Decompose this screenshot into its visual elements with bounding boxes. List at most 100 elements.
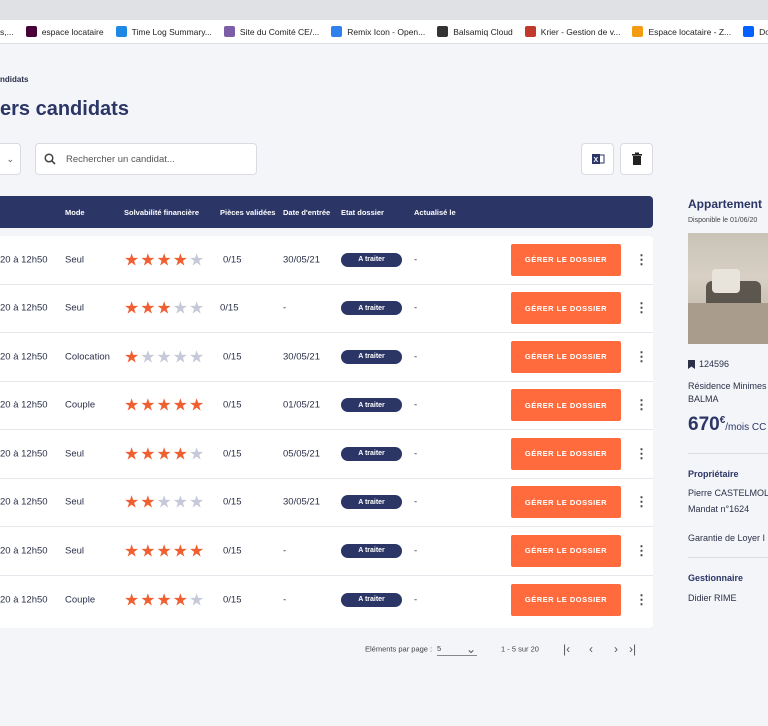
bookmark-label: espace locataire xyxy=(41,26,104,37)
solvency-rating: ★ ★ ★ ★ ★ xyxy=(124,445,204,462)
table-row[interactable]: 20 à 12h50 Seul ★ ★ ★ ★ ★ 0/15 30/05/21 A traiter… xyxy=(0,479,653,527)
search-box[interactable] xyxy=(35,143,257,175)
more-options-icon[interactable]: ⋮ xyxy=(635,300,648,316)
bookmark-item[interactable]: Krier - Gestion de v... xyxy=(519,20,627,43)
solvency-rating: ★ ★ ★ ★ ★ xyxy=(124,542,204,559)
entry-date-cell: - xyxy=(283,545,287,557)
more-options-icon[interactable]: ⋮ xyxy=(635,349,648,365)
next-page-icon[interactable]: › xyxy=(614,642,618,656)
application-date: 20 à 12h50 xyxy=(0,594,48,606)
col-mode[interactable]: Mode xyxy=(65,208,85,217)
col-etat[interactable]: Etat dossier xyxy=(341,208,384,217)
table-row[interactable]: 20 à 12h50 Colocation ★ ★ ★ ★ ★ 0/15 30/05/21 A t… xyxy=(0,333,653,382)
search-icon xyxy=(44,153,56,165)
chevron-down-icon[interactable]: ⌄ xyxy=(466,642,476,656)
bookmark-label: Remix Icon - Open... xyxy=(347,26,426,37)
star-icon: ★ xyxy=(172,250,188,270)
table-row[interactable]: 20 à 12h50 Couple ★ ★ ★ ★ ★ 0/15 01/05/21 A trait… xyxy=(0,382,653,430)
bookmark-item[interactable]: espace locataire xyxy=(20,20,110,43)
excel-icon: X xyxy=(591,154,604,164)
table-row[interactable]: 20 à 12h50 Seul ★ ★ ★ ★ ★ 0/15 30/05/21 A traiter… xyxy=(0,236,653,285)
bookmark-item[interactable]: Documents xyxy=(737,20,768,43)
bookmark-item[interactable]: Time Log Summary... xyxy=(110,20,218,43)
manage-file-button[interactable]: GÉRER LE DOSSIER xyxy=(511,292,621,325)
bookmark-item[interactable]: Espace locataire - Z... xyxy=(626,20,737,43)
pieces-cell: 0/15 xyxy=(223,351,242,363)
table-row[interactable]: 20 à 12h50 Seul ★ ★ ★ ★ ★ 0/15- A traiter - GÉRER … xyxy=(0,527,653,576)
mode-cell: Seul xyxy=(65,545,85,557)
star-icon: ★ xyxy=(156,492,172,512)
more-options-icon[interactable]: ⋮ xyxy=(635,446,648,462)
star-icon: ★ xyxy=(124,347,140,367)
star-icon: ★ xyxy=(156,395,172,415)
export-excel-button[interactable]: X xyxy=(581,143,614,175)
status-badge: A traiter xyxy=(341,495,402,510)
status-badge: A traiter xyxy=(341,446,402,461)
browser-tab-strip xyxy=(0,0,768,20)
entry-date-cell: 30/05/21 xyxy=(283,496,320,508)
status-badge-label: A traiter xyxy=(341,543,402,558)
table-row[interactable]: 20 à 12h50 Seul ★ ★ ★ ★ ★ 0/15 05/05/21 A traiter… xyxy=(0,430,653,479)
star-icon: ★ xyxy=(140,590,156,610)
application-date: 20 à 12h50 xyxy=(0,399,48,411)
col-pieces[interactable]: Pièces validées xyxy=(220,208,275,217)
col-solvabilite[interactable]: Solvabilité financière xyxy=(124,208,199,217)
more-options-icon[interactable]: ⋮ xyxy=(635,592,648,608)
mode-cell: Couple xyxy=(65,399,96,411)
star-icon: ★ xyxy=(124,298,140,318)
search-input[interactable] xyxy=(66,153,236,165)
more-options-icon[interactable]: ⋮ xyxy=(635,252,648,268)
mode-cell: Seul xyxy=(65,448,85,460)
bookmark-item[interactable]: Remix Icon - Open... xyxy=(325,20,431,43)
manage-file-button-wrap: GÉRER LE DOSSIER xyxy=(511,340,621,373)
first-page-icon[interactable]: |‹ xyxy=(563,642,570,656)
solvency-rating: ★ ★ ★ ★ ★ xyxy=(124,348,204,365)
more-options-icon[interactable]: ⋮ xyxy=(635,543,648,559)
delete-button[interactable] xyxy=(620,143,653,175)
star-icon: ★ xyxy=(156,590,172,610)
status-badge-label: A traiter xyxy=(341,592,402,607)
manage-file-button-wrap: GÉRER LE DOSSIER xyxy=(511,486,621,519)
star-icon: ★ xyxy=(124,250,140,270)
price-suffix: /mois CC xyxy=(725,422,767,433)
manage-file-button[interactable]: GÉRER LE DOSSIER xyxy=(511,243,621,276)
filter-dropdown[interactable]: ⌄ xyxy=(0,143,21,175)
col-date-entree[interactable]: Date d'entrée xyxy=(283,208,330,217)
owner-heading: Propriétaire xyxy=(688,469,739,479)
manage-file-button-wrap: GÉRER LE DOSSIER xyxy=(511,389,621,422)
breadcrumb[interactable]: ndidats xyxy=(0,75,28,84)
entry-date-cell: - xyxy=(283,302,287,314)
smile-icon xyxy=(437,26,449,37)
star-icon: ★ xyxy=(156,347,172,367)
property-city: BALMA xyxy=(688,394,719,404)
prev-page-icon[interactable]: ‹ xyxy=(589,642,593,656)
star-icon: ★ xyxy=(124,590,140,610)
manage-file-button[interactable]: GÉRER LE DOSSIER xyxy=(511,340,621,373)
table-row[interactable]: 20 à 12h50 Couple ★ ★ ★ ★ ★ 0/15- A traiter - GÉRE… xyxy=(0,576,653,625)
star-icon: ★ xyxy=(172,298,188,318)
status-badge: A traiter xyxy=(341,543,402,558)
more-options-icon[interactable]: ⋮ xyxy=(635,397,648,413)
manager-name: Didier RIME xyxy=(688,593,737,603)
bookmark-item[interactable]: Site du Comité CE/... xyxy=(218,20,325,43)
more-options-icon[interactable]: ⋮ xyxy=(635,494,648,510)
solvency-rating: ★ ★ ★ ★ ★ xyxy=(124,251,204,268)
cloud-icon xyxy=(115,26,127,37)
manage-file-button[interactable]: GÉRER LE DOSSIER xyxy=(511,534,621,567)
col-actualise[interactable]: Actualisé le xyxy=(414,208,456,217)
table-row[interactable]: 20 à 12h50 Seul ★ ★ ★ ★ ★ 0/15- A traiter - GÉRER … xyxy=(0,285,653,333)
manage-file-button[interactable]: GÉRER LE DOSSIER xyxy=(511,389,621,422)
last-page-icon[interactable]: ›| xyxy=(629,642,636,656)
manage-file-button[interactable]: GÉRER LE DOSSIER xyxy=(511,583,621,616)
property-availability: Disponible le 01/06/20 xyxy=(688,217,758,224)
star-icon: ★ xyxy=(189,444,205,464)
bookmark-item[interactable]: s,... xyxy=(0,20,20,43)
application-date: 20 à 12h50 xyxy=(0,254,48,266)
pieces-cell: 0/15 xyxy=(223,594,242,606)
manage-file-button[interactable]: GÉRER LE DOSSIER xyxy=(511,437,621,470)
bookmark-item[interactable]: Balsamiq Cloud xyxy=(431,20,519,43)
star-icon: ★ xyxy=(156,250,172,270)
manage-file-button[interactable]: GÉRER LE DOSSIER xyxy=(511,486,621,519)
star-icon: ★ xyxy=(140,395,156,415)
per-page-value: 5 xyxy=(437,644,442,653)
